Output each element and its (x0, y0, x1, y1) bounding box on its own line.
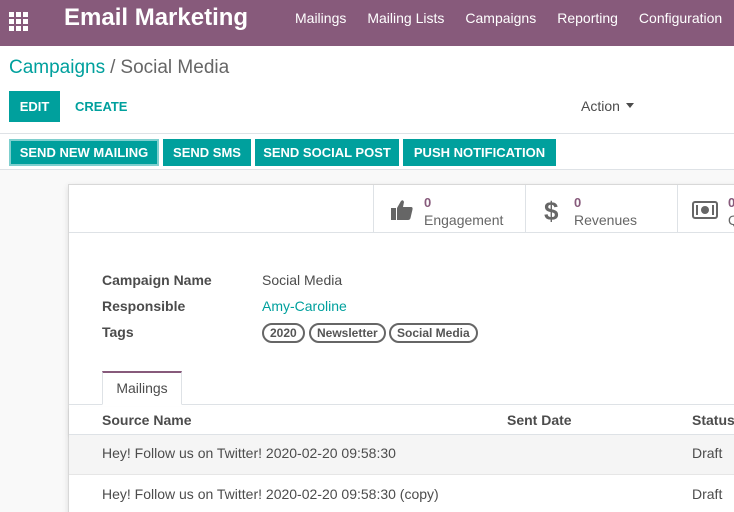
column-header-sent-date[interactable]: Sent Date (507, 412, 572, 428)
engagement-smart-button[interactable]: 0 Engagement (373, 185, 525, 233)
control-panel: Campaigns / Social Media EDIT CREATE Actio… (0, 46, 734, 134)
quotations-value: 0 (728, 195, 734, 210)
top-navbar: Email Marketing Mailings Mailing Lists C… (0, 0, 734, 46)
create-button[interactable]: CREATE (65, 91, 137, 122)
breadcrumb-current: Social Media (120, 57, 230, 78)
edit-button[interactable]: EDIT (9, 91, 60, 122)
smart-button-box: 0 Engagement $ 0 Revenues 0 Q (69, 185, 734, 233)
breadcrumb: Campaigns / Social Media (9, 57, 229, 79)
campaign-name-label: Campaign Name (102, 272, 212, 288)
revenues-label: Revenues (574, 212, 638, 228)
push-notification-button[interactable]: PUSH NOTIFICATION (403, 139, 556, 166)
source-name-cell: Hey! Follow us on Twitter! 2020-02-20 09… (102, 445, 396, 461)
revenues-smart-button[interactable]: $ 0 Revenues (525, 185, 677, 233)
send-sms-button[interactable]: SEND SMS (163, 139, 251, 166)
menu-item-campaigns[interactable]: Campaigns (465, 10, 536, 26)
menu-item-mailings[interactable]: Mailings (295, 10, 346, 26)
tag-badge[interactable]: Newsletter (309, 323, 386, 343)
apps-menu-icon[interactable] (9, 12, 29, 32)
action-dropdown-label: Action (581, 98, 620, 114)
send-new-mailing-button[interactable]: SEND NEW MAILING (9, 139, 159, 166)
main-menu: Mailings Mailing Lists Campaigns Reporti… (295, 0, 734, 36)
table-row[interactable]: Hey! Follow us on Twitter! 2020-02-20 09… (69, 476, 734, 512)
tag-badge[interactable]: Social Media (389, 323, 478, 343)
responsible-link[interactable]: Amy-Caroline (262, 298, 347, 314)
tab-mailings[interactable]: Mailings (102, 371, 182, 405)
form-sheet: 0 Engagement $ 0 Revenues 0 Q Campaign N… (68, 184, 734, 512)
tag-badge[interactable]: 2020 (262, 323, 305, 343)
engagement-value: 0 (424, 195, 432, 210)
quotations-label: Q (728, 212, 734, 228)
dollar-icon: $ (544, 196, 559, 226)
app-title[interactable]: Email Marketing (64, 4, 248, 32)
menu-item-mailing-lists[interactable]: Mailing Lists (367, 10, 444, 26)
campaign-name-value: Social Media (262, 272, 343, 288)
source-name-cell: Hey! Follow us on Twitter! 2020-02-20 09… (102, 486, 439, 502)
engagement-label: Engagement (424, 212, 504, 228)
breadcrumb-campaigns[interactable]: Campaigns (9, 57, 105, 78)
status-cell: Draft (692, 486, 723, 502)
menu-item-configuration[interactable]: Configuration (639, 10, 722, 26)
responsible-label: Responsible (102, 298, 186, 314)
column-header-status[interactable]: Status (692, 412, 734, 428)
caret-down-icon (625, 102, 634, 108)
quotations-smart-button[interactable]: 0 Q (677, 185, 734, 233)
action-dropdown[interactable]: Action (581, 98, 634, 114)
table-row[interactable]: Hey! Follow us on Twitter! 2020-02-20 09… (69, 435, 734, 475)
revenues-value: 0 (574, 195, 582, 210)
menu-item-reporting[interactable]: Reporting (557, 10, 618, 26)
breadcrumb-separator: / (110, 57, 116, 78)
mailings-table-header: Source Name Sent Date Status (69, 407, 734, 435)
money-bill-icon (692, 201, 718, 224)
status-cell: Draft (692, 445, 723, 461)
thumbs-up-icon (390, 199, 414, 226)
tags-label: Tags (102, 324, 134, 340)
form-header: SEND NEW MAILING SEND SMS SEND SOCIAL PO… (0, 134, 734, 170)
column-header-source-name[interactable]: Source Name (102, 412, 191, 428)
send-social-post-button[interactable]: SEND SOCIAL POST (255, 139, 399, 166)
